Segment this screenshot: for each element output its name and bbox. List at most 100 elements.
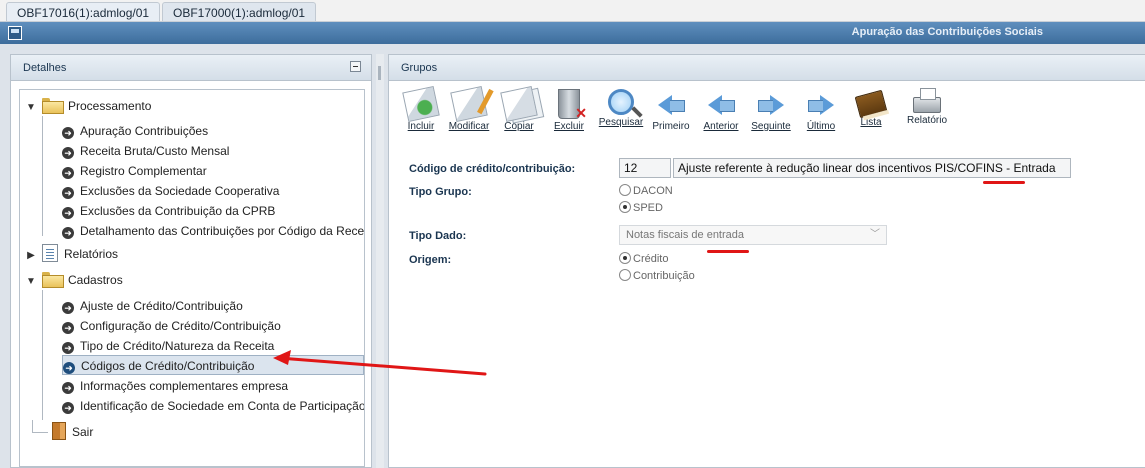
- codigo-field[interactable]: 12: [619, 158, 671, 178]
- tree-item-ajuste-credito[interactable]: ➜ Ajuste de Crédito/Contribuição: [62, 296, 243, 316]
- expanded-triangle-icon[interactable]: ▼: [24, 98, 38, 118]
- tab-obf17016[interactable]: OBF17016(1):admlog/01: [6, 2, 161, 21]
- codigo-label: Código de crédito/contribuição:: [409, 163, 576, 175]
- origem-label: Origem:: [409, 254, 452, 266]
- printer-icon: [913, 88, 941, 113]
- collapse-icon[interactable]: [350, 61, 361, 72]
- tree-item-configuracao-credito[interactable]: ➜ Configuração de Crédito/Contribuição: [62, 316, 281, 336]
- seguinte-button[interactable]: Seguinte: [747, 87, 795, 139]
- radio-selected-icon: [619, 252, 631, 264]
- primeiro-button[interactable]: Primeiro: [647, 87, 695, 139]
- tree-item-exclusoes-cprb[interactable]: ➜ Exclusões da Contribuição da CPRB: [62, 201, 275, 221]
- descricao-field[interactable]: Ajuste referente à redução linear dos in…: [673, 158, 1071, 178]
- tree-item-informacoes-complementares[interactable]: ➜ Informações complementares empresa: [62, 376, 288, 396]
- tree-item-label: Apuração Contribuições: [80, 124, 209, 138]
- radio-label: SPED: [633, 202, 663, 214]
- search-icon: [608, 89, 634, 115]
- anterior-button[interactable]: Anterior: [697, 87, 745, 139]
- tree-node-label: Sair: [72, 425, 94, 439]
- radio-label: Crédito: [633, 253, 669, 265]
- tree-item-registro-complementar[interactable]: ➜ Registro Complementar: [62, 161, 207, 181]
- copy-icon: [500, 86, 538, 122]
- seguinte-label: Seguinte: [751, 121, 791, 132]
- origem-credito-radio[interactable]: Crédito: [619, 251, 668, 267]
- tree-line: [42, 116, 43, 236]
- tree-item-label: Exclusões da Contribuição da CPRB: [80, 204, 276, 218]
- tree-node-cadastros[interactable]: ▼ Cadastros: [24, 270, 123, 290]
- relatorio-button[interactable]: Relatório: [899, 87, 955, 139]
- tree-item-identificacao-sociedade[interactable]: ➜ Identificação de Sociedade em Conta de …: [62, 396, 364, 416]
- ultimo-label: Último: [806, 121, 836, 132]
- tree-item-receita-bruta[interactable]: ➜ Receita Bruta/Custo Mensal: [62, 141, 229, 161]
- navigation-tree: ▼ Processamento ➜ Apuração Contribuições ➜…: [19, 89, 365, 467]
- tipo-dado-value: Notas fiscais de entrada: [626, 229, 745, 241]
- modificar-label: Modificar: [448, 121, 490, 132]
- annotation-underline: [983, 181, 1025, 184]
- arrow-circle-icon: ➜: [62, 302, 74, 314]
- radio-icon: [619, 184, 631, 196]
- tree-node-label: Relatórios: [64, 247, 119, 261]
- arrow-circle-icon: ➜: [63, 362, 75, 374]
- tree-node-label: Cadastros: [68, 273, 123, 287]
- arrow-circle-icon: ➜: [62, 207, 74, 219]
- tree-line: [32, 432, 48, 433]
- tree-item-exclusoes-cooperativa[interactable]: ➜ Exclusões da Sociedade Cooperativa: [62, 181, 279, 201]
- incluir-label: Incluir: [407, 121, 435, 132]
- tree-node-processamento[interactable]: ▼ Processamento: [24, 96, 151, 116]
- radio-selected-icon: [619, 201, 631, 213]
- arrow-circle-icon: ➜: [62, 402, 74, 414]
- copiar-button[interactable]: Copiar: [495, 86, 543, 139]
- window-icon[interactable]: [8, 26, 22, 40]
- arrow-circle-icon: ➜: [62, 322, 74, 334]
- edit-pencil-icon: [450, 86, 488, 122]
- first-arrow-icon: [656, 89, 686, 119]
- arrow-circle-icon: ➜: [62, 187, 74, 199]
- pesquisar-button[interactable]: Pesquisar: [597, 87, 645, 139]
- tree-item-apuracao-contribuicoes[interactable]: ➜ Apuração Contribuições: [62, 121, 208, 141]
- tipo-grupo-sped-radio[interactable]: SPED: [619, 200, 663, 216]
- tab-obf17000[interactable]: OBF17000(1):admlog/01: [162, 2, 317, 21]
- groups-panel: Grupos Incluir Modificar Copiar Excluir …: [388, 54, 1145, 468]
- next-arrow-icon: [756, 89, 786, 119]
- tree-line: [42, 290, 43, 420]
- tree-item-label: Ajuste de Crédito/Contribuição: [80, 299, 243, 313]
- tree-node-relatorios[interactable]: ▶ Relatórios: [24, 244, 118, 264]
- tree-item-detalhamento[interactable]: ➜ Detalhamento das Contribuições por Códi…: [62, 221, 364, 241]
- tab-bar: OBF17016(1):admlog/01 OBF17000(1):admlog…: [0, 0, 1145, 22]
- tree-node-label: Processamento: [68, 99, 152, 113]
- exit-door-icon: [52, 422, 66, 440]
- annotation-underline: [707, 250, 749, 253]
- toolbar: Incluir Modificar Copiar Excluir Pesquis…: [397, 86, 1145, 139]
- trash-icon: [558, 89, 587, 122]
- tree-item-tipo-credito[interactable]: ➜ Tipo de Crédito/Natureza da Receita: [62, 336, 274, 356]
- expanded-triangle-icon[interactable]: ▼: [24, 272, 38, 292]
- excluir-label: Excluir: [553, 121, 584, 132]
- collapsed-triangle-icon[interactable]: ▶: [24, 246, 38, 266]
- tree-item-label: Registro Complementar: [80, 164, 207, 178]
- tree-item-label: Configuração de Crédito/Contribuição: [80, 319, 281, 333]
- modificar-button[interactable]: Modificar: [445, 86, 493, 139]
- origem-contribuicao-radio[interactable]: Contribuição: [619, 268, 695, 284]
- details-panel-title: Detalhes: [11, 55, 371, 81]
- tipo-grupo-dacon-radio[interactable]: DACON: [619, 183, 673, 199]
- arrow-circle-icon: ➜: [62, 227, 74, 239]
- tree-item-label: Exclusões da Sociedade Cooperativa: [80, 184, 280, 198]
- radio-icon: [619, 269, 631, 281]
- panel-splitter[interactable]: [376, 54, 384, 468]
- folder-open-icon: [42, 98, 64, 114]
- tree-node-sair[interactable]: Sair: [52, 422, 93, 442]
- previous-arrow-icon: [706, 89, 736, 119]
- add-document-icon: [402, 86, 440, 122]
- details-panel: Detalhes ▼ Processamento ➜ Apuração Contri…: [10, 54, 372, 468]
- tipo-dado-select[interactable]: Notas fiscais de entrada ﹀: [619, 225, 887, 245]
- ultimo-button[interactable]: Último: [797, 87, 845, 139]
- tree-item-codigos-credito[interactable]: ➜ Códigos de Crédito/Contribuição: [62, 355, 364, 375]
- tree-item-label: Códigos de Crédito/Contribuição: [81, 359, 255, 373]
- lista-button[interactable]: Lista: [847, 87, 895, 139]
- groups-panel-title: Grupos: [389, 55, 1145, 81]
- window-titlebar: Apuração das Contribuições Sociais: [0, 22, 1145, 44]
- radio-label: DACON: [633, 185, 673, 197]
- chevron-down-icon: ﹀: [870, 229, 880, 240]
- incluir-button[interactable]: Incluir: [397, 86, 445, 139]
- excluir-button[interactable]: Excluir: [545, 87, 593, 139]
